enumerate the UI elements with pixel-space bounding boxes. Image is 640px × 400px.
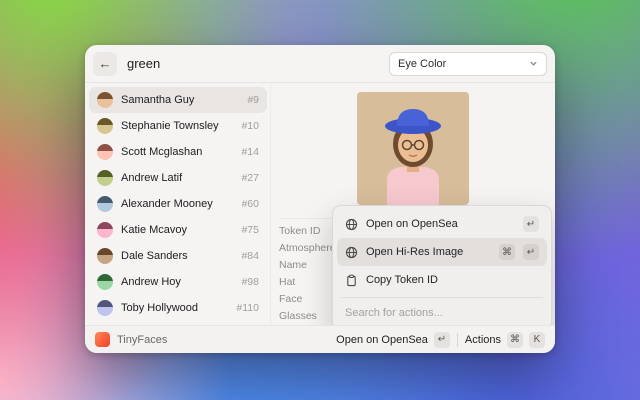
list-item-id: #60 — [241, 198, 259, 210]
dropdown-value: Eye Color — [398, 58, 446, 70]
tinyfaces-window: ← green Eye Color Samantha Guy #9 Stepha… — [85, 45, 555, 353]
list-item-name: Scott Mcglashan — [121, 146, 233, 158]
list-item-id: #110 — [236, 302, 259, 314]
clipboard-icon — [345, 274, 358, 287]
list-item-id: #27 — [241, 172, 259, 184]
avatar-illustration — [357, 92, 469, 205]
list-item[interactable]: Samantha Guy #9 — [89, 87, 267, 113]
list-item[interactable]: Dale Sanders #84 — [89, 243, 267, 269]
metadata-label: Face — [279, 293, 302, 305]
list-item[interactable]: Scott Mcglashan #14 — [89, 139, 267, 165]
list-item-id: #9 — [247, 94, 259, 106]
cmd-key-badge: ⌘ — [499, 244, 515, 260]
header: ← green Eye Color — [85, 45, 555, 83]
footer-open-on-opensea-button[interactable]: Open on OpenSea ↵ — [336, 332, 450, 348]
menu-item-open-hires-image[interactable]: Open Hi-Res Image ⌘ ↵ — [337, 238, 547, 266]
list-item[interactable]: Katie Mcavoy #75 — [89, 217, 267, 243]
avatar — [97, 196, 113, 212]
actions-menu: Open on OpenSea ↵ Open Hi-Res Image ⌘ ↵ … — [332, 205, 552, 330]
avatar — [97, 222, 113, 238]
back-button[interactable]: ← — [93, 52, 117, 76]
token-image — [357, 92, 469, 205]
search-input[interactable]: green — [127, 56, 379, 71]
avatar — [97, 248, 113, 264]
metadata-label: Name — [279, 259, 307, 271]
metadata-label: Glasses — [279, 310, 317, 322]
footer-divider — [457, 333, 458, 347]
list-item-name: Toby Hollywood — [121, 302, 228, 314]
list-item[interactable]: Andrew Hoy #98 — [89, 269, 267, 295]
list-item-id: #75 — [241, 224, 259, 236]
menu-item-label: Open on OpenSea — [366, 218, 515, 230]
list-item-id: #98 — [241, 276, 259, 288]
list-item[interactable]: Andrew Latif #27 — [89, 165, 267, 191]
cmd-key-badge: ⌘ — [507, 332, 523, 348]
enter-key-badge: ↵ — [434, 332, 450, 348]
menu-divider — [341, 297, 543, 298]
list-item[interactable]: Stephanie Townsley #10 — [89, 113, 267, 139]
menu-item-open-on-opensea[interactable]: Open on OpenSea ↵ — [337, 210, 547, 238]
list-item[interactable]: Alexander Mooney #60 — [89, 191, 267, 217]
list-item-name: Andrew Latif — [121, 172, 233, 184]
footer-bar: TinyFaces Open on OpenSea ↵ Actions ⌘ K — [85, 325, 555, 353]
avatar — [97, 144, 113, 160]
enter-key-badge: ↵ — [523, 216, 539, 232]
desktop-background: ← green Eye Color Samantha Guy #9 Stepha… — [0, 0, 640, 400]
list-item-id: #84 — [241, 250, 259, 262]
list-item-name: Andrew Hoy — [121, 276, 233, 288]
eye-color-dropdown[interactable]: Eye Color — [389, 52, 547, 76]
chevron-down-icon — [529, 59, 538, 68]
metadata-label: Token ID — [279, 225, 320, 237]
avatar — [97, 300, 113, 316]
globe-icon — [345, 218, 358, 231]
metadata-label: Atmosphere — [279, 242, 336, 254]
footer-primary-label: Open on OpenSea — [336, 334, 428, 346]
back-arrow-icon: ← — [99, 56, 112, 71]
k-key-badge: K — [529, 332, 545, 348]
menu-item-label: Copy Token ID — [366, 274, 539, 286]
menu-item-label: Open Hi-Res Image — [366, 246, 491, 258]
footer-actions-label: Actions — [465, 334, 501, 346]
tinyfaces-logo-icon — [95, 332, 110, 347]
enter-key-badge: ↵ — [523, 244, 539, 260]
list-item-id: #10 — [241, 120, 259, 132]
avatar — [97, 118, 113, 134]
list-item-name: Samantha Guy — [121, 94, 239, 106]
globe-icon — [345, 246, 358, 259]
list-item-name: Alexander Mooney — [121, 198, 233, 210]
metadata-label: Hat — [279, 276, 295, 288]
app-name: TinyFaces — [117, 334, 329, 346]
avatar — [97, 170, 113, 186]
list-item-name: Stephanie Townsley — [121, 120, 233, 132]
list-item-name: Dale Sanders — [121, 250, 233, 262]
results-list: Samantha Guy #9 Stephanie Townsley #10 S… — [89, 87, 267, 323]
avatar — [97, 92, 113, 108]
footer-actions-button[interactable]: Actions ⌘ K — [465, 332, 545, 348]
list-item-id: #14 — [241, 146, 259, 158]
list-item-name: Katie Mcavoy — [121, 224, 233, 236]
actions-search-input[interactable] — [337, 301, 547, 325]
avatar — [97, 274, 113, 290]
menu-item-copy-token-id[interactable]: Copy Token ID — [337, 266, 547, 294]
list-item[interactable]: Toby Hollywood #110 — [89, 295, 267, 321]
